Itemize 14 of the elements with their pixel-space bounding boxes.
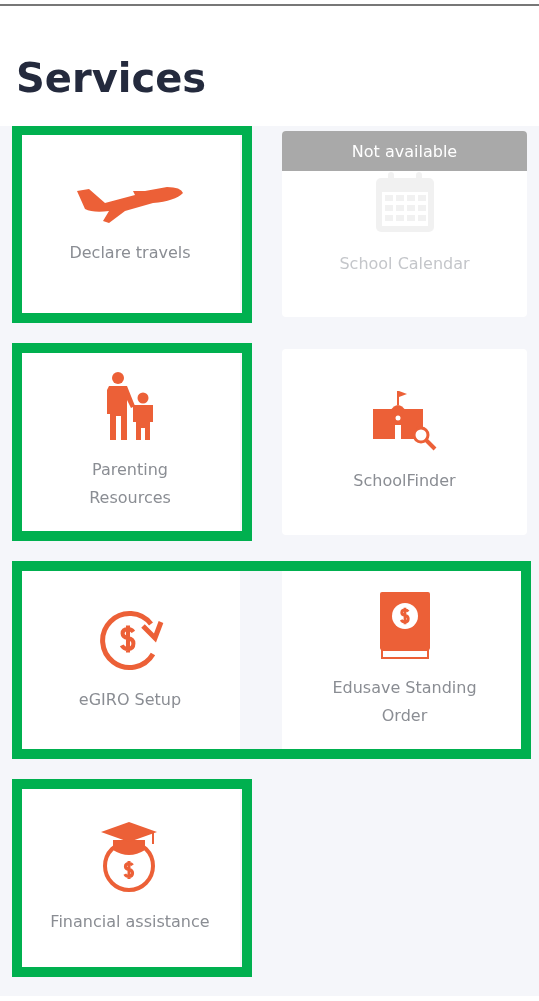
tile-label: Parenting Resources [88, 459, 172, 509]
tile-label: Financial assistance [49, 911, 211, 933]
service-tile[interactable]: SchoolFinder [282, 349, 527, 535]
parent-child-icon [105, 372, 155, 442]
school-search-icon [370, 389, 439, 453]
tile-label: eGIRO Setup [77, 689, 183, 711]
tile-label: Declare travels [68, 242, 192, 264]
page-title: Services [15, 54, 208, 103]
dollar-book-icon [377, 590, 432, 660]
tile-label: School Calendar [338, 253, 471, 275]
tile-label: Edusave Standing Order [331, 677, 478, 727]
graduation-coin-icon [101, 820, 159, 894]
tile-label: SchoolFinder [352, 470, 457, 492]
status-banner: Not available [282, 131, 527, 171]
